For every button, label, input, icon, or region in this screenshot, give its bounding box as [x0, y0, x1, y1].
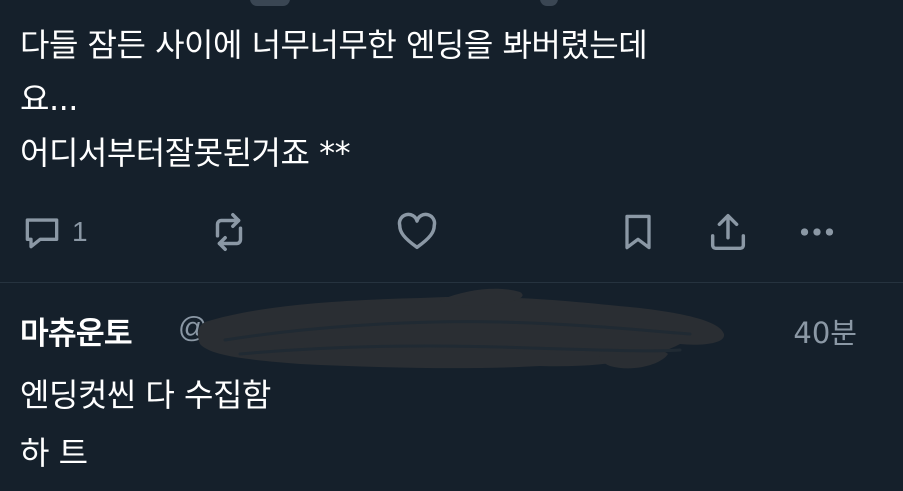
previous-content-clipped [0, 0, 903, 10]
share-button[interactable] [705, 206, 751, 258]
more-button[interactable] [794, 206, 840, 258]
reply-text-line: 엔딩컷씬 다 수집함 [20, 376, 271, 414]
reply-handle[interactable]: @ [178, 312, 207, 345]
tweet-text-line: 요... [20, 80, 78, 118]
reply-timestamp[interactable]: 40분 [793, 310, 857, 352]
reply-icon [25, 218, 59, 249]
clipped-glyph [540, 0, 558, 6]
tweet-text-line: 다들 잠든 사이에 너무너무한 엔딩을 봐버렸는데 [20, 26, 648, 64]
bookmark-button[interactable] [616, 206, 660, 258]
reply-display-name[interactable]: 마츄운토 [20, 308, 133, 353]
retweet-button[interactable] [206, 206, 252, 258]
like-button[interactable] [394, 206, 440, 258]
tweet-text: 다들 잠든 사이에 너무너무한 엔딩을 봐버렸는데 요... 어디서부터잘못된거… [20, 18, 880, 180]
tweet-action-bar: 1 [0, 206, 903, 258]
clipped-glyph [250, 0, 290, 6]
heart-icon [397, 212, 437, 250]
reply-count: 1 [72, 216, 88, 247]
tweet-text-line: 어디서부터잘못된거죠 ** [20, 134, 351, 172]
divider [0, 282, 903, 283]
reply-button[interactable]: 1 [20, 206, 88, 258]
reply-header: 마츄운토 @ 40분 [20, 304, 880, 358]
retweet-icon [215, 213, 243, 251]
reply-text: 엔딩컷씬 다 수집함 하 트 [20, 366, 880, 482]
reply-text-line: 하 트 [20, 434, 88, 472]
share-icon [710, 213, 746, 251]
bookmark-icon [625, 214, 651, 250]
more-icon [800, 228, 834, 236]
